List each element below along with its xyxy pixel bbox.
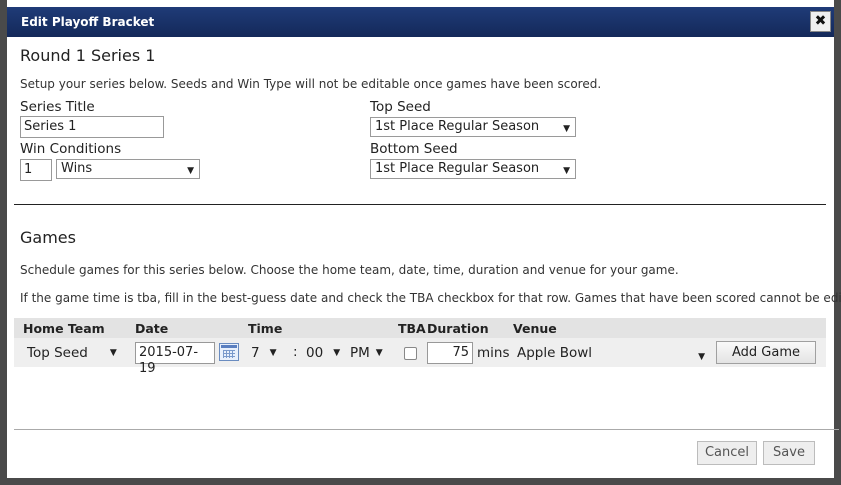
- duration-unit: mins: [477, 345, 510, 361]
- series-intro: Setup your series below. Seeds and Win T…: [20, 77, 602, 91]
- hour-select[interactable]: 7 ▼: [251, 344, 277, 362]
- home-team-value: Top Seed: [27, 345, 88, 361]
- chevron-down-icon: ▼: [698, 352, 705, 362]
- column-date: Date: [135, 321, 169, 336]
- save-button[interactable]: Save: [763, 441, 815, 465]
- top-seed-value: 1st Place Regular Season: [375, 119, 540, 134]
- win-conditions-label: Win Conditions: [20, 141, 122, 157]
- dialog-title: Edit Playoff Bracket: [21, 15, 155, 29]
- column-duration: Duration: [427, 321, 489, 336]
- chevron-down-icon: ▼: [269, 348, 277, 358]
- bottom-seed-value: 1st Place Regular Season: [375, 161, 540, 176]
- win-type-value: Wins: [61, 161, 93, 176]
- win-count-value: 1: [24, 162, 33, 177]
- section-divider: [14, 204, 826, 205]
- win-count-input[interactable]: 1: [20, 159, 52, 181]
- duration-value: 75: [452, 345, 469, 360]
- chevron-down-icon: ▼: [563, 166, 570, 176]
- column-home-team: Home Team: [23, 321, 105, 336]
- win-type-select[interactable]: Wins ▼: [56, 159, 200, 179]
- minute-select[interactable]: 00 ▼: [306, 344, 340, 362]
- bottom-seed-label: Bottom Seed: [370, 141, 458, 157]
- column-time: Time: [248, 321, 283, 336]
- venue-select[interactable]: Apple Bowl ▼: [517, 344, 705, 362]
- dialog-titlebar: Edit Playoff Bracket ✖: [7, 7, 834, 37]
- close-button[interactable]: ✖: [810, 11, 831, 32]
- column-venue: Venue: [513, 321, 557, 336]
- series-title-label: Series Title: [20, 99, 95, 115]
- series-title-value: Series 1: [24, 119, 77, 134]
- series-heading: Round 1 Series 1: [20, 46, 156, 65]
- chevron-down-icon: ▼: [109, 348, 117, 358]
- venue-value: Apple Bowl: [517, 345, 593, 361]
- games-heading: Games: [20, 228, 76, 247]
- close-icon: ✖: [814, 13, 827, 29]
- calendar-icon[interactable]: [219, 343, 239, 361]
- top-seed-select[interactable]: 1st Place Regular Season ▼: [370, 117, 576, 137]
- chevron-down-icon: ▼: [563, 124, 570, 134]
- hour-value: 7: [251, 345, 260, 361]
- cancel-button[interactable]: Cancel: [697, 441, 757, 465]
- ampm-value: PM: [350, 345, 370, 361]
- games-info-2: If the game time is tba, fill in the bes…: [20, 291, 841, 305]
- time-colon: :: [293, 344, 298, 360]
- tba-checkbox[interactable]: [404, 347, 417, 360]
- table-row: Top Seed ▼ 2015-07-19 7 ▼ : 00 ▼ PM ▼ 75 min…: [14, 338, 826, 376]
- chevron-down-icon: ▼: [333, 348, 341, 358]
- chevron-down-icon: ▼: [187, 166, 194, 176]
- series-title-input[interactable]: Series 1: [20, 116, 164, 138]
- date-input[interactable]: 2015-07-19: [135, 342, 215, 376]
- games-table: Home Team Date Time TBA Duration Venue T…: [14, 318, 826, 376]
- games-info-1: Schedule games for this series below. Ch…: [20, 263, 679, 277]
- chevron-down-icon: ▼: [375, 348, 383, 358]
- games-table-header: Home Team Date Time TBA Duration Venue: [14, 318, 826, 338]
- top-seed-label: Top Seed: [370, 99, 431, 115]
- column-tba: TBA: [398, 321, 426, 336]
- duration-input[interactable]: 75: [427, 342, 473, 364]
- add-game-button[interactable]: Add Game: [716, 341, 816, 364]
- date-value: 2015-07-19: [139, 345, 199, 376]
- footer-divider: [14, 429, 839, 430]
- ampm-select[interactable]: PM ▼: [350, 344, 383, 362]
- minute-value: 00: [306, 345, 324, 361]
- bottom-seed-select[interactable]: 1st Place Regular Season ▼: [370, 159, 576, 179]
- home-team-select[interactable]: Top Seed ▼: [27, 344, 117, 362]
- edit-playoff-bracket-dialog: Edit Playoff Bracket ✖ Round 1 Series 1 …: [0, 0, 841, 485]
